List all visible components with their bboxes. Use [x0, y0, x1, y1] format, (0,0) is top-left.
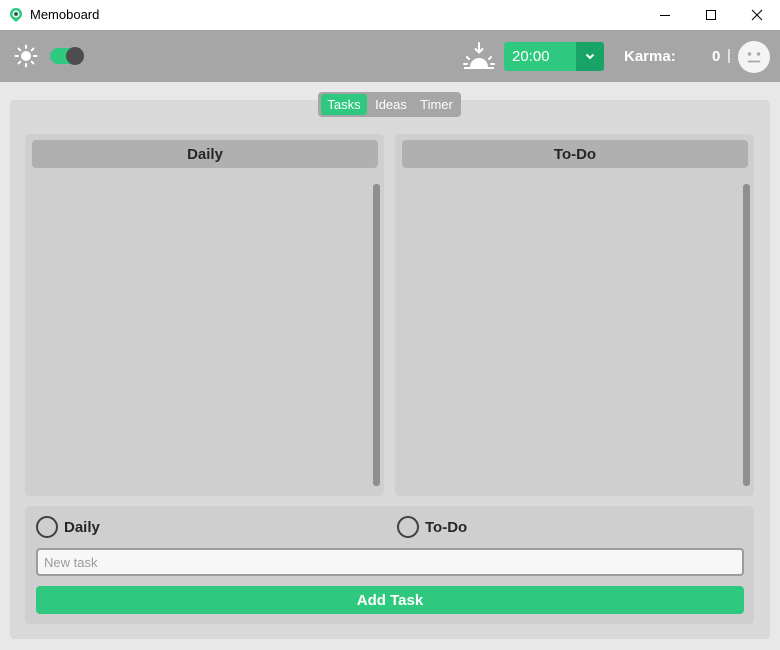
- sunset-icon: [463, 42, 495, 69]
- karma-separator: |: [727, 47, 731, 64]
- window-title: Memoboard: [30, 7, 100, 22]
- sun-icon: [14, 44, 38, 68]
- daily-radio-label: Daily: [64, 518, 100, 536]
- daily-column: Daily: [25, 134, 384, 496]
- radio-circle[interactable]: [397, 516, 419, 538]
- maximize-button[interactable]: [688, 0, 734, 30]
- toolbar: 20:00 Karma: 0 |: [0, 30, 780, 82]
- todo-column: To-Do: [395, 134, 754, 496]
- toggle-knob: [66, 47, 84, 65]
- tab-bar: Tasks Ideas Timer: [318, 92, 461, 117]
- close-button[interactable]: [734, 0, 780, 30]
- maximize-icon: [706, 10, 716, 20]
- todo-radio[interactable]: To-Do: [397, 516, 467, 538]
- chevron-down-icon: [585, 53, 595, 60]
- time-value: 20:00: [512, 48, 550, 65]
- karma-label: Karma:: [624, 48, 676, 65]
- minimize-button[interactable]: [642, 0, 688, 30]
- todo-radio-label: To-Do: [425, 518, 468, 536]
- tab-timer[interactable]: Timer: [415, 94, 458, 115]
- tab-ideas[interactable]: Ideas: [369, 94, 413, 115]
- daily-radio[interactable]: Daily: [36, 516, 100, 538]
- todo-column-header: To-Do: [402, 140, 748, 168]
- time-select[interactable]: 20:00: [504, 42, 604, 71]
- new-task-input[interactable]: [36, 548, 744, 576]
- time-dropdown-button[interactable]: [576, 42, 604, 71]
- add-task-panel: Daily To-Do Add Task: [25, 506, 754, 624]
- add-task-button[interactable]: Add Task: [36, 586, 744, 614]
- title-bar: Memoboard: [0, 0, 780, 30]
- radio-circle[interactable]: [36, 516, 58, 538]
- daily-column-header: Daily: [32, 140, 378, 168]
- dark-mode-toggle[interactable]: [50, 47, 84, 65]
- neutral-face-icon: [738, 41, 770, 73]
- minimize-icon: [660, 15, 670, 16]
- tab-tasks[interactable]: Tasks: [321, 94, 367, 115]
- todo-scrollbar[interactable]: [743, 184, 750, 486]
- daily-scrollbar[interactable]: [373, 184, 380, 486]
- memoboard-logo-icon: [10, 8, 22, 22]
- karma-value: 0: [712, 48, 721, 65]
- close-icon: [751, 9, 763, 21]
